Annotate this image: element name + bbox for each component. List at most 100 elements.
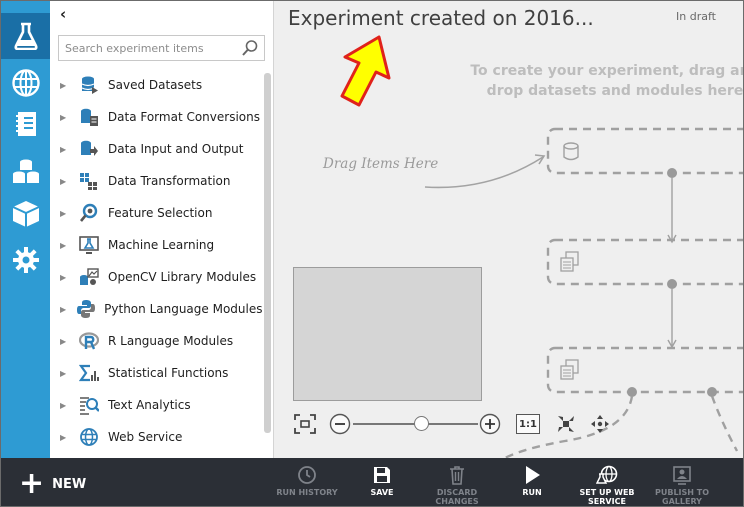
fit-to-screen-button[interactable] <box>293 412 317 436</box>
plus-icon: + <box>19 466 45 501</box>
play-icon <box>526 466 540 484</box>
rail-experiments[interactable] <box>1 13 50 59</box>
text-analytics-icon <box>78 394 100 416</box>
tree-item-text-analytics[interactable]: ▶ Text Analytics <box>50 389 260 421</box>
actual-size-button[interactable]: 1:1 <box>516 414 540 434</box>
globe-icon <box>11 69 40 97</box>
tree-item-data-input-output[interactable]: ▶ Data Input and Output <box>50 133 260 165</box>
rail-notebooks[interactable] <box>1 101 50 147</box>
zoom-in-button[interactable] <box>479 413 501 435</box>
rail-settings[interactable] <box>1 237 50 283</box>
tree-item-data-format-conversions[interactable]: ▶ Data Format Conversions <box>50 101 260 133</box>
drag-arrow <box>424 156 544 189</box>
flask-icon <box>13 22 38 50</box>
tree-item-label: Data Transformation <box>108 174 231 188</box>
save-label: SAVE <box>370 488 394 497</box>
expand-arrow-icon[interactable]: ▶ <box>60 305 66 314</box>
zoom-out-button[interactable] <box>329 413 351 435</box>
fit-screen-icon <box>294 414 316 434</box>
publish-to-gallery-button[interactable]: PUBLISH TO GALLERY <box>647 465 717 506</box>
opencv-icon <box>78 266 100 288</box>
pan-arrows-icon <box>591 415 609 433</box>
tree-item-label: Statistical Functions <box>108 366 229 380</box>
run-history-label: RUN HISTORY <box>276 488 338 497</box>
expand-arrow-icon[interactable]: ▶ <box>60 113 68 122</box>
search-icon[interactable] <box>241 39 259 57</box>
expand-arrow-icon[interactable]: ▶ <box>60 433 68 442</box>
tree-item-label: Web Service <box>108 430 183 444</box>
tree-item-opencv-library-modules[interactable]: ▶ OpenCV Library Modules <box>50 261 260 293</box>
expand-arrow-icon[interactable]: ▶ <box>60 209 68 218</box>
tree-item-label: Data Format Conversions <box>107 110 260 124</box>
set-up-web-service-button[interactable]: SET UP WEB SERVICE <box>572 465 642 506</box>
database-icon <box>563 142 579 161</box>
command-bar: + NEW RUN HISTORY SAVE DISCARD CHANGES R… <box>1 458 743 506</box>
gear-icon <box>12 247 39 273</box>
tree-item-label: Data Input and Output <box>108 142 244 156</box>
zoom-in-icon <box>479 413 501 435</box>
module-icon <box>560 251 579 272</box>
tree-item-label: OpenCV Library Modules <box>108 270 257 284</box>
zoom-slider-thumb[interactable] <box>414 416 430 431</box>
tree-item-label: R Language Modules <box>108 334 234 348</box>
zoom-to-selection-button[interactable] <box>555 413 577 435</box>
clock-icon <box>298 466 316 484</box>
notebook-icon <box>15 112 36 136</box>
module-icon <box>560 359 579 380</box>
rail-trained-models[interactable] <box>1 191 50 237</box>
expand-arrow-icon[interactable]: ▶ <box>60 273 68 282</box>
data-format-icon <box>78 106 100 128</box>
tree-item-label: Saved Datasets <box>108 78 203 92</box>
cube-icon <box>12 201 39 227</box>
app-window: ‹ ▶ Saved Datasets ▶ Data Format Convers… <box>0 0 744 507</box>
tree-item-statistical-functions[interactable]: ▶ Statistical Functions <box>50 357 260 389</box>
tree-item-label: Python Language Modules <box>104 302 263 316</box>
new-button[interactable]: + NEW <box>19 466 87 501</box>
datasets-icon <box>12 159 39 183</box>
expand-arrow-icon[interactable]: ▶ <box>60 177 68 186</box>
rail-web-services[interactable] <box>1 60 50 106</box>
tree-item-web-service[interactable]: ▶ Web Service <box>50 421 260 453</box>
discard-changes-button[interactable]: DISCARD CHANGES <box>422 465 492 506</box>
module-palette: ‹ ▶ Saved Datasets ▶ Data Format Convers… <box>50 1 274 458</box>
tree-item-feature-selection[interactable]: ▶ Feature Selection <box>50 197 260 229</box>
annotation-arrow <box>340 35 391 107</box>
web-service-icon <box>78 426 100 448</box>
experiment-canvas[interactable]: Experiment created on 2016... In draft T… <box>275 1 743 458</box>
palette-scrollbar[interactable] <box>264 73 271 433</box>
publish-gallery-icon <box>673 466 691 485</box>
tree-item-machine-learning[interactable]: ▶ Machine Learning <box>50 229 260 261</box>
canvas-minimap[interactable] <box>293 267 482 401</box>
run-button[interactable]: RUN <box>497 465 567 497</box>
pan-button[interactable] <box>589 413 611 435</box>
expand-arrow-icon[interactable]: ▶ <box>60 401 68 410</box>
tree-item-python-language-modules[interactable]: ▶ Python Language Modules <box>50 293 263 325</box>
r-language-icon <box>78 330 100 352</box>
search-input[interactable] <box>59 36 239 60</box>
collapse-palette-button[interactable]: ‹ <box>60 5 80 23</box>
nav-rail <box>1 1 50 458</box>
expand-arrow-icon[interactable]: ▶ <box>60 241 68 250</box>
run-label: RUN <box>522 488 542 497</box>
statistical-functions-icon <box>78 362 100 384</box>
expand-arrow-icon[interactable]: ▶ <box>60 81 68 90</box>
data-io-icon <box>78 138 100 160</box>
data-transformation-icon <box>78 170 100 192</box>
python-icon <box>76 298 96 320</box>
tree-item-r-language-modules[interactable]: ▶ R Language Modules <box>50 325 260 357</box>
tree-item-saved-datasets[interactable]: ▶ Saved Datasets <box>50 69 260 101</box>
run-history-button[interactable]: RUN HISTORY <box>272 465 342 497</box>
save-icon <box>374 467 390 483</box>
trash-icon <box>450 466 464 485</box>
tree-item-label: Machine Learning <box>108 238 215 252</box>
saved-datasets-icon <box>78 74 100 96</box>
expand-arrow-icon[interactable]: ▶ <box>60 337 68 346</box>
expand-arrow-icon[interactable]: ▶ <box>60 145 68 154</box>
discard-changes-label: DISCARD CHANGES <box>435 488 479 506</box>
tree-item-data-transformation[interactable]: ▶ Data Transformation <box>50 165 260 197</box>
save-button[interactable]: SAVE <box>347 465 417 497</box>
web-service-setup-icon <box>596 465 618 484</box>
expand-arrow-icon[interactable]: ▶ <box>60 369 68 378</box>
new-button-label: NEW <box>52 476 87 492</box>
rail-datasets[interactable] <box>1 149 50 195</box>
